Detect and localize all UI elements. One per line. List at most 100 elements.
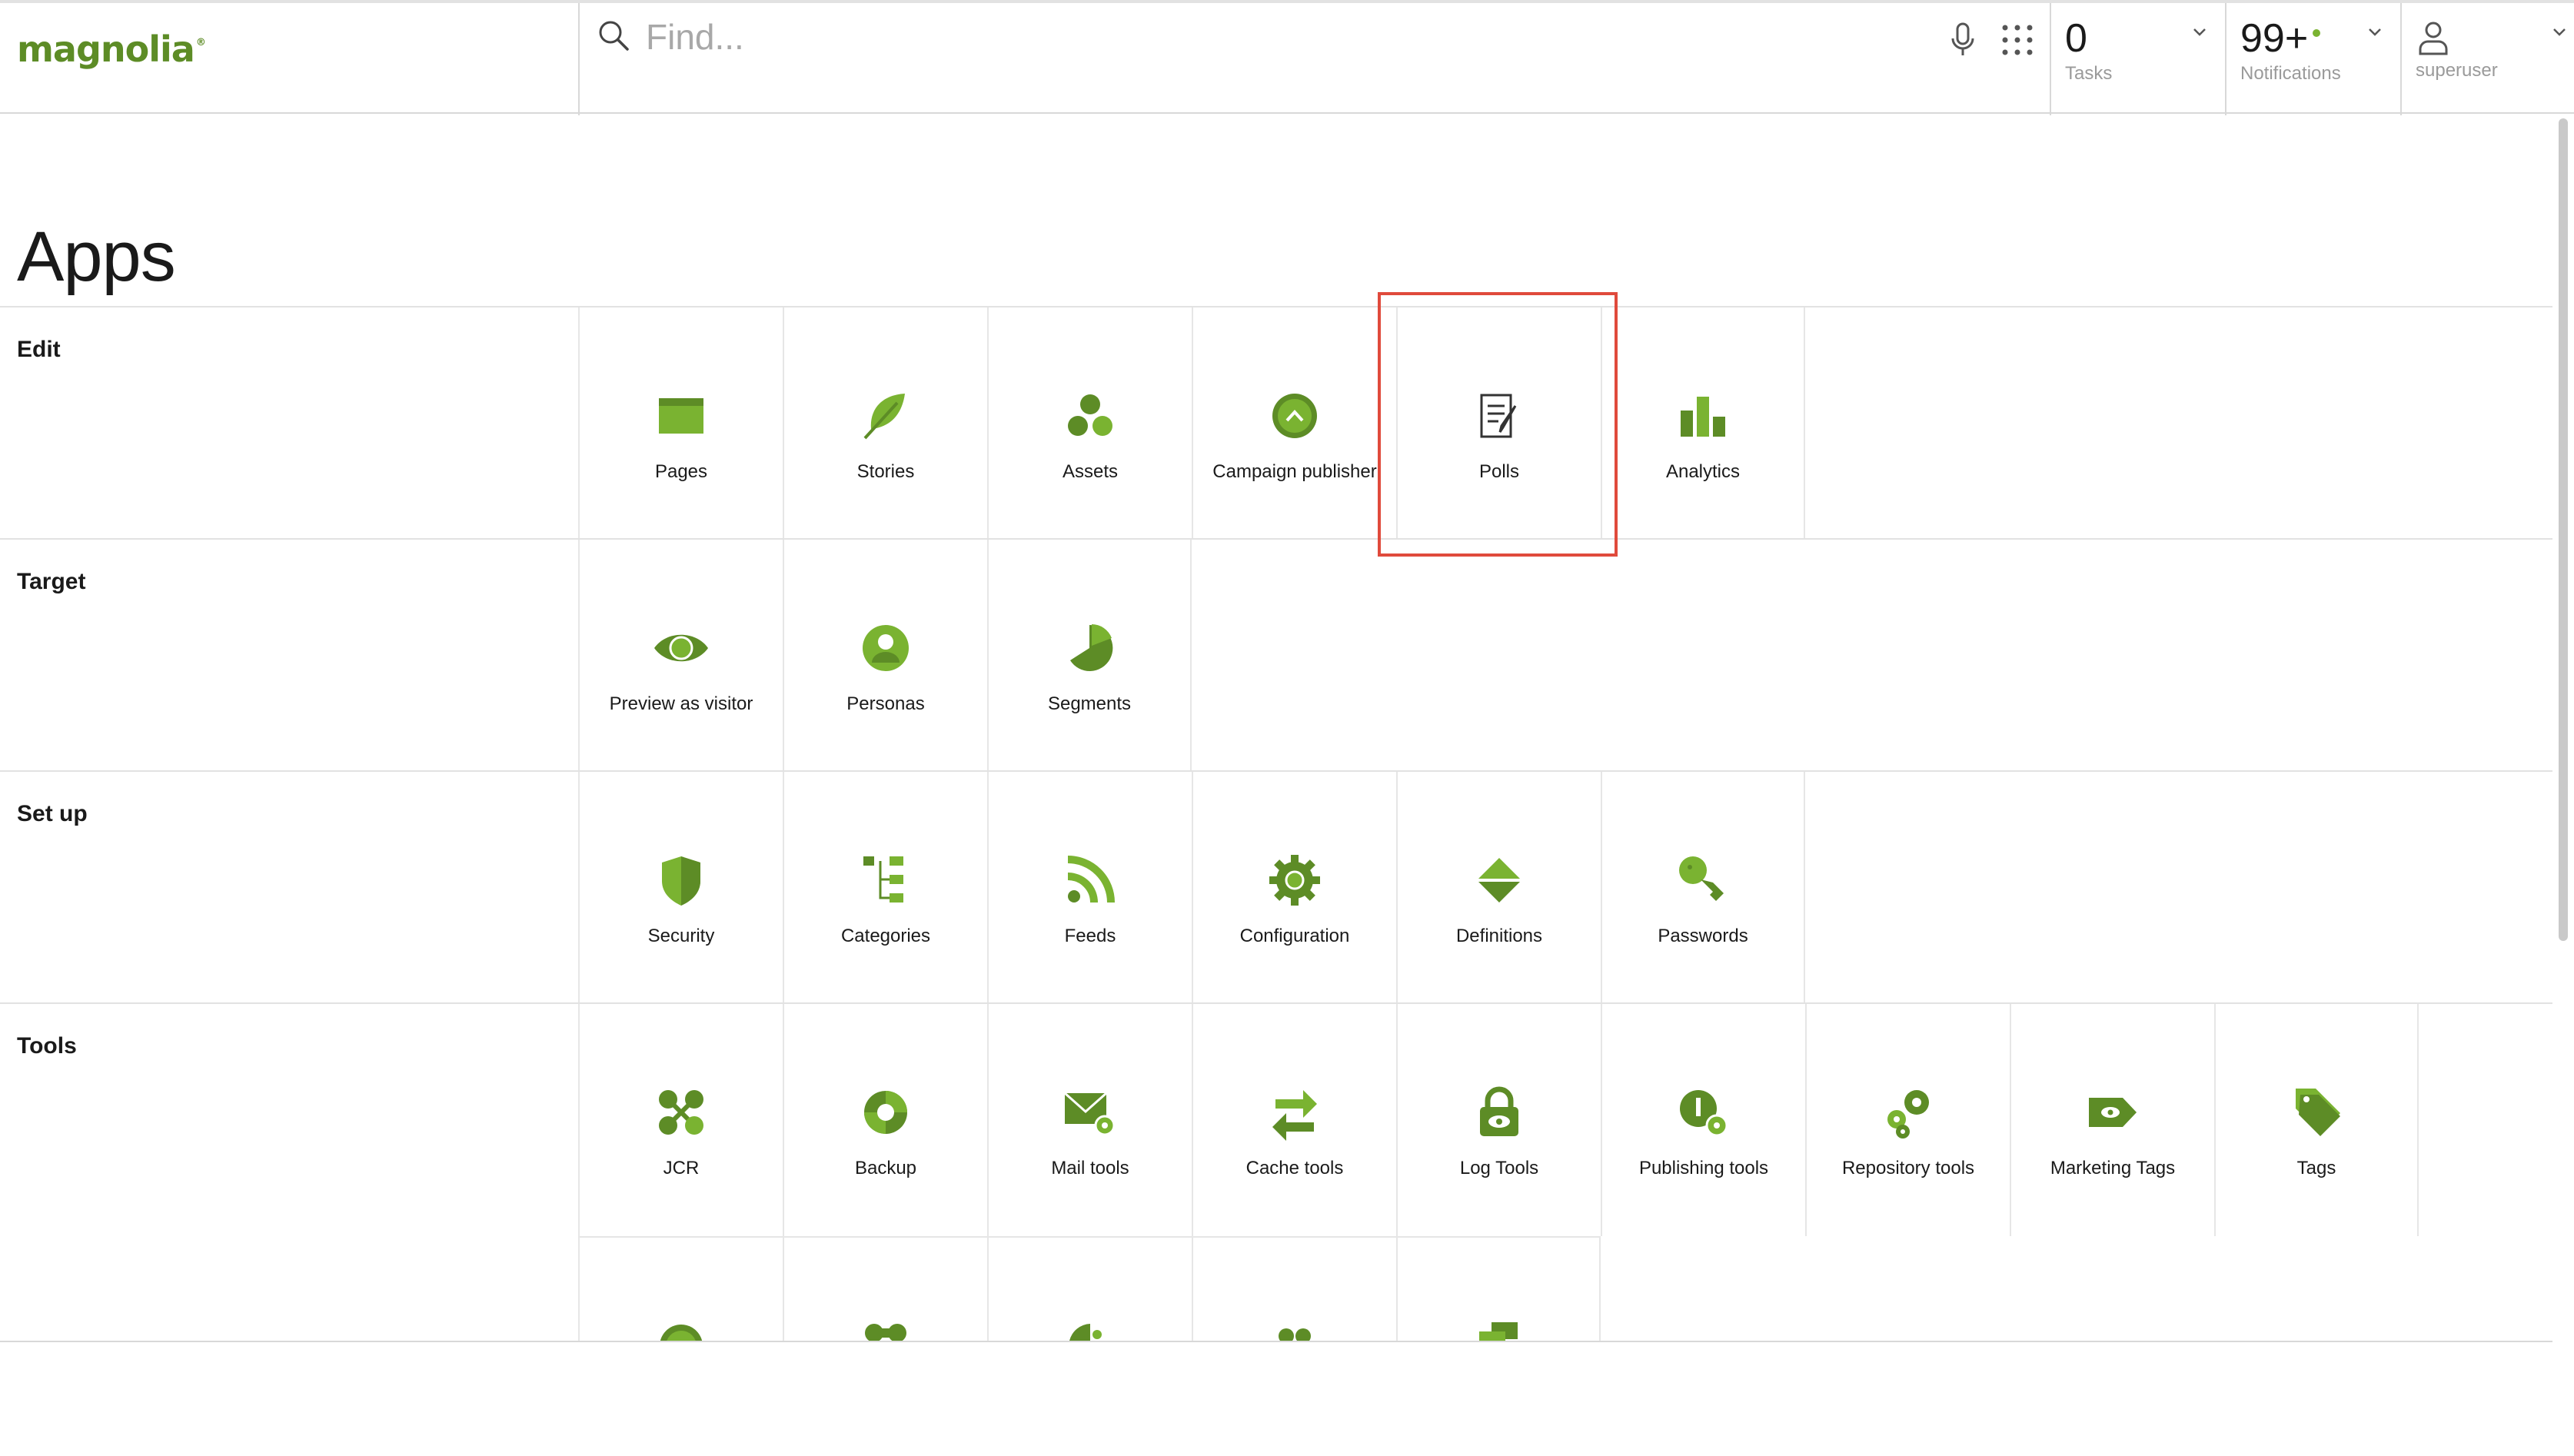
- stories-feather-icon: [863, 394, 905, 440]
- app-tile-analytics[interactable]: Analytics: [1601, 307, 1805, 540]
- app-label: Campaign publisher: [1212, 461, 1377, 482]
- app-tile-partial[interactable]: [783, 1236, 987, 1341]
- partial-app-icon: [1479, 1322, 1518, 1341]
- mail-gear-icon: [1064, 1092, 1116, 1136]
- app-launcher-grid-icon[interactable]: [2000, 23, 2034, 57]
- app-tile-repository-tools[interactable]: Repository tools: [1805, 1004, 2010, 1236]
- app-tile-segments[interactable]: Segments: [987, 540, 1192, 772]
- search-input[interactable]: [646, 12, 1799, 61]
- app-tile-preview-as-visitor[interactable]: Preview as visitor: [578, 540, 783, 772]
- app-tile-log-tools[interactable]: Log Tools: [1396, 1004, 1601, 1236]
- partial-app-icon: [865, 1324, 906, 1341]
- app-tile-cache-tools[interactable]: Cache tools: [1192, 1004, 1396, 1236]
- app-label: Cache tools: [1245, 1158, 1344, 1178]
- app-tile-stories[interactable]: Stories: [783, 307, 987, 540]
- viewport-bottom-divider: [0, 1341, 2552, 1342]
- app-tile-marketing-tags[interactable]: Marketing Tags: [2010, 1004, 2214, 1236]
- app-label: Categories: [840, 926, 931, 946]
- search-area: [578, 3, 2051, 115]
- app-tile-publishing-tools[interactable]: Publishing tools: [1601, 1004, 1805, 1236]
- app-label: Definitions: [1455, 926, 1543, 946]
- app-label: Stories: [856, 461, 915, 482]
- group-edit: Edit Pages Stories Assets Campaign publi…: [0, 306, 2552, 540]
- user-menu[interactable]: superuser: [2402, 3, 2574, 115]
- partial-app-icon: [1279, 1328, 1311, 1341]
- app-label: JCR: [663, 1158, 700, 1178]
- group-title: Target: [17, 569, 86, 594]
- tasks-indicator[interactable]: 0 Tasks: [2051, 3, 2226, 115]
- app-tile-jcr[interactable]: JCR: [578, 1004, 783, 1236]
- notifications-indicator[interactable]: 99+ Notifications: [2226, 3, 2402, 115]
- logo-text: magnolia: [17, 28, 195, 70]
- app-tile-feeds[interactable]: Feeds: [987, 772, 1192, 1004]
- group-title: Edit: [17, 337, 61, 362]
- app-label: Personas: [846, 693, 925, 714]
- partial-app-icon: [1069, 1324, 1102, 1341]
- app-tile-backup[interactable]: Backup: [783, 1004, 987, 1236]
- lock-eye-icon: [1480, 1086, 1518, 1136]
- user-icon: [2419, 22, 2448, 55]
- gear-icon: [1269, 855, 1320, 906]
- app-label: Tags: [2296, 1158, 2336, 1178]
- app-label: Repository tools: [1841, 1158, 1975, 1178]
- group-title: Set up: [17, 801, 88, 826]
- partial-app-icon: [660, 1325, 703, 1341]
- app-label: Marketing Tags: [2050, 1158, 2176, 1178]
- app-tile-partial[interactable]: [578, 1236, 783, 1341]
- app-tile-partial[interactable]: [1396, 1236, 1601, 1341]
- chevron-down-icon: [2553, 28, 2566, 36]
- search-icon: [599, 21, 629, 51]
- group-set-up: Set up Security Categories Feeds Configu…: [0, 770, 2552, 1004]
- top-bar: magnolia® 0 Tasks 99+ Notifications: [0, 0, 2574, 115]
- app-tile-categories[interactable]: Categories: [783, 772, 987, 1004]
- app-label: Assets: [1062, 461, 1119, 482]
- app-tile-passwords[interactable]: Passwords: [1601, 772, 1805, 1004]
- rss-feed-icon: [1067, 856, 1115, 903]
- eye-icon: [654, 634, 708, 662]
- marketing-tag-icon: [2089, 1098, 2137, 1127]
- polls-icon: [1480, 394, 1517, 438]
- user-name: superuser: [2416, 60, 2498, 81]
- app-tile-pages[interactable]: Pages: [578, 307, 783, 540]
- app-tile-mail-tools[interactable]: Mail tools: [987, 1004, 1192, 1236]
- backup-icon: [864, 1091, 907, 1134]
- tasks-count: 0: [2065, 16, 2087, 61]
- app-tile-tags[interactable]: Tags: [2214, 1004, 2419, 1236]
- chevron-down-icon: [2369, 28, 2381, 36]
- persona-icon: [863, 625, 909, 671]
- app-tile-assets[interactable]: Assets: [987, 307, 1192, 540]
- app-label: Mail tools: [1051, 1158, 1129, 1178]
- app-label: Pages: [654, 461, 708, 482]
- app-tile-definitions[interactable]: Definitions: [1396, 772, 1601, 1004]
- app-label: Log Tools: [1459, 1158, 1539, 1178]
- unread-dot: [2313, 29, 2321, 37]
- app-tile-partial[interactable]: [987, 1236, 1192, 1341]
- app-tile-partial[interactable]: [1192, 1236, 1396, 1341]
- key-icon: [1679, 856, 1724, 901]
- gears-icon: [1887, 1090, 1929, 1139]
- microphone-icon[interactable]: [1948, 22, 1977, 58]
- app-tile-polls[interactable]: Polls: [1396, 307, 1601, 540]
- jcr-nodes-icon: [659, 1090, 703, 1135]
- app-label: Backup: [854, 1158, 917, 1178]
- group-tools: Tools JCR Backup Mail tools Cache tools …: [0, 1002, 2552, 1341]
- group-target: Target Preview as visitor Personas Segme…: [0, 538, 2552, 772]
- pages-icon: [659, 398, 703, 434]
- app-tile-personas[interactable]: Personas: [783, 540, 987, 772]
- notifications-label: Notifications: [2240, 63, 2341, 84]
- app-label: Publishing tools: [1638, 1158, 1769, 1178]
- magnolia-logo[interactable]: magnolia ®: [17, 18, 206, 80]
- analytics-icon: [1681, 397, 1725, 437]
- app-label: Security: [647, 926, 715, 946]
- page-title: Apps: [17, 218, 176, 296]
- app-label: Passwords: [1658, 926, 1748, 946]
- tools-more-row: [578, 1236, 2423, 1341]
- publishing-gear-icon: [1680, 1090, 1728, 1137]
- app-tile-campaign-publisher[interactable]: Campaign publisher: [1192, 307, 1396, 540]
- vertical-scrollbar[interactable]: [2556, 114, 2571, 1341]
- app-label: Feeds: [1064, 926, 1116, 946]
- app-tile-configuration[interactable]: Configuration: [1192, 772, 1396, 1004]
- app-tile-security[interactable]: Security: [578, 772, 783, 1004]
- scrollbar-thumb[interactable]: [2559, 118, 2568, 941]
- campaign-publisher-icon: [1272, 394, 1317, 438]
